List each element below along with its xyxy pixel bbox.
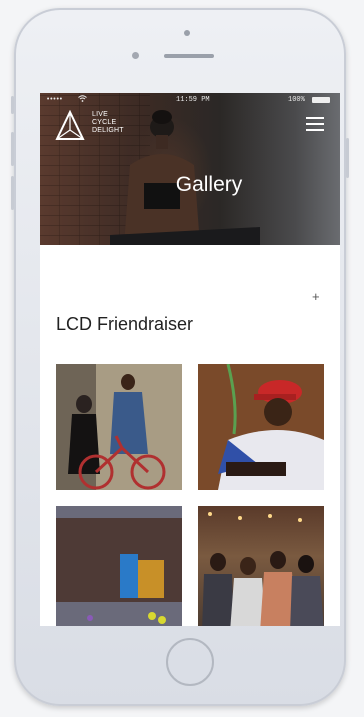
- front-camera: [184, 30, 190, 36]
- power-button: [346, 138, 349, 178]
- wifi-icon: [78, 95, 87, 105]
- battery-icon: [312, 97, 330, 103]
- page-title: Gallery: [175, 173, 243, 196]
- brand-line-1: LIVE: [92, 111, 108, 118]
- section-title: LCD Friendraiser: [56, 314, 194, 334]
- battery-percent: 100%: [288, 96, 305, 104]
- signal-strength: •••••: [46, 96, 63, 104]
- brand-line-3: DELIGHT: [92, 127, 124, 134]
- photo-3-image: [56, 506, 182, 626]
- gallery-photo-4[interactable]: [198, 506, 324, 626]
- plus-icon[interactable]: +: [312, 289, 320, 304]
- brand-line-2: CYCLE: [92, 119, 117, 126]
- proximity-sensor: [132, 52, 139, 59]
- home-button[interactable]: [166, 638, 214, 686]
- gallery-photo-3[interactable]: [56, 506, 182, 626]
- photo-1-image: [56, 364, 182, 490]
- photo-2-image: [198, 364, 324, 490]
- app-screen: ••••• 11:59 PM 100% LIVE CYCLE DELIGHT G…: [40, 93, 340, 626]
- status-time: 11:59 PM: [176, 96, 210, 104]
- status-bar: ••••• 11:59 PM 100%: [40, 93, 340, 107]
- earpiece-speaker: [164, 54, 214, 58]
- hamburger-menu-icon[interactable]: [306, 117, 324, 131]
- brand-wordmark[interactable]: LIVE CYCLE DELIGHT: [92, 111, 124, 135]
- volume-up-button: [11, 132, 14, 166]
- hero-banner: ••••• 11:59 PM 100% LIVE CYCLE DELIGHT G…: [40, 93, 340, 245]
- live-cycle-delight-logo-icon[interactable]: [55, 110, 85, 142]
- gallery-photo-1[interactable]: [56, 364, 182, 490]
- gallery-photo-2[interactable]: [198, 364, 324, 490]
- mute-switch: [11, 96, 14, 114]
- photo-4-image: [202, 551, 324, 626]
- volume-down-button: [11, 176, 14, 210]
